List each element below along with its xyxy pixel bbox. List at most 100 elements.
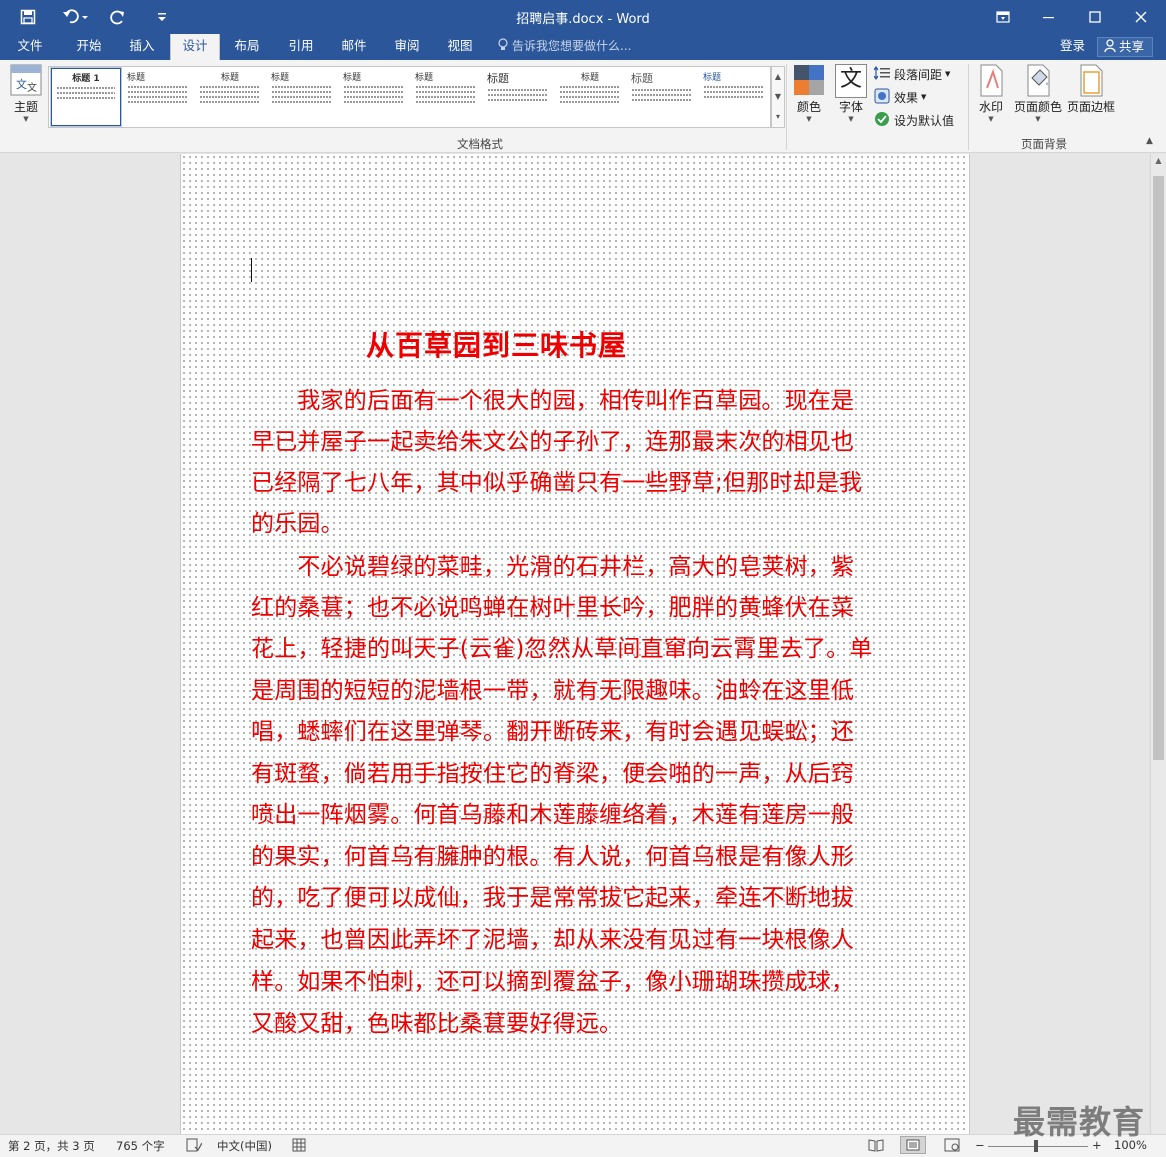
style-set-item[interactable]: 标题 bbox=[699, 68, 769, 126]
document-line: 起来，也曾因此弄坏了泥墙，却从来没有见过有一块根像人 bbox=[251, 927, 855, 953]
document-area: 从百草园到三味书屋 我家的后面有一个很大的园，相传叫作百草园。现在是 早已并屋子… bbox=[0, 154, 1150, 1134]
document-line: 唱，蟋蟀们在这里弹琴。翻开断砖来，有时会遇见蜈蚣；还 bbox=[251, 719, 855, 745]
gallery-more-icon[interactable]: ▾ bbox=[772, 107, 784, 127]
effects-icon bbox=[874, 88, 894, 107]
word-count[interactable]: 765 个字 bbox=[116, 1138, 165, 1154]
tab-insert[interactable]: 插入 bbox=[118, 34, 166, 60]
tell-me-text: 告诉我您想要做什么... bbox=[512, 39, 632, 53]
page-color-icon bbox=[1023, 64, 1053, 98]
tell-me-box[interactable]: 告诉我您想要做什么... bbox=[498, 34, 631, 60]
page-count[interactable]: 第 2 页，共 3 页 bbox=[8, 1138, 95, 1154]
group-label-page-background: 页面背景 bbox=[1021, 137, 1067, 151]
page-borders-label: 页面边框 bbox=[1066, 100, 1115, 114]
set-as-default-button[interactable]: 设为默认值 bbox=[874, 110, 954, 130]
svg-text:文: 文 bbox=[16, 77, 27, 91]
page-borders-button[interactable]: 页面边框 bbox=[1066, 64, 1116, 115]
watermark-label: 水印 bbox=[978, 100, 1003, 114]
tab-review[interactable]: 审阅 bbox=[383, 34, 431, 60]
style-set-item[interactable]: 标题 bbox=[555, 68, 625, 126]
lightbulb-icon bbox=[498, 35, 508, 59]
tab-layout[interactable]: 布局 bbox=[223, 34, 271, 60]
collapse-ribbon-icon[interactable]: ▲ bbox=[1146, 136, 1153, 146]
group-label-document-format: 文档格式 bbox=[457, 137, 503, 151]
colors-button[interactable]: 颜色 ▼ bbox=[790, 64, 828, 123]
chevron-down-icon: ▼ bbox=[23, 115, 29, 123]
style-set-gallery: 标题 1 标题 标题 标题 标题 标题 标题 标题 标题 标题 bbox=[48, 66, 771, 128]
style-set-item[interactable]: 标题 bbox=[267, 68, 337, 126]
style-set-item[interactable]: 标题 bbox=[339, 68, 409, 126]
chevron-down-icon[interactable]: ▼ bbox=[772, 87, 784, 107]
document-line: 花上，轻捷的叫天子(云雀)忽然从草间直窜向云霄里去了。单 bbox=[251, 636, 873, 662]
paragraph-spacing-button[interactable]: 段落间距 ▼ bbox=[873, 64, 951, 84]
chevron-up-icon[interactable]: ▲ bbox=[772, 67, 784, 87]
scroll-up-icon[interactable]: ▲ bbox=[1151, 154, 1166, 168]
zoom-slider[interactable] bbox=[988, 1146, 1088, 1147]
themes-button[interactable]: 文文 主题 ▼ bbox=[6, 64, 46, 123]
chevron-down-icon: ▼ bbox=[921, 93, 927, 101]
tab-file[interactable]: 文件 bbox=[6, 34, 54, 60]
document-line: 的，吃了便可以成仙，我于是常常拔它起来，牵连不断地拔 bbox=[251, 885, 855, 911]
tab-references[interactable]: 引用 bbox=[277, 34, 325, 60]
style-set-item[interactable]: 标题 bbox=[411, 68, 481, 126]
effects-button[interactable]: 效果 ▼ bbox=[874, 87, 926, 107]
chevron-down-icon: ▼ bbox=[1035, 115, 1041, 123]
scrollbar-thumb[interactable] bbox=[1153, 176, 1164, 760]
tab-design[interactable]: 设计 bbox=[170, 34, 220, 60]
share-label: 共享 bbox=[1119, 39, 1145, 54]
ribbon-display-options-icon[interactable] bbox=[980, 0, 1026, 34]
fonts-label: 字体 bbox=[838, 100, 863, 114]
chevron-down-icon: ▼ bbox=[988, 115, 994, 123]
proofing-icon[interactable] bbox=[186, 1138, 203, 1155]
vertical-scrollbar[interactable]: ▲ bbox=[1150, 154, 1166, 1134]
page-color-button[interactable]: 页面颜色 ▼ bbox=[1012, 64, 1064, 123]
tab-mailings[interactable]: 邮件 bbox=[330, 34, 378, 60]
share-button[interactable]: 共享 bbox=[1097, 37, 1153, 57]
chevron-down-icon: ▼ bbox=[945, 70, 951, 78]
document-line: 又酸又甜，色味都比桑葚要好得远。 bbox=[251, 1011, 623, 1037]
page-color-label: 页面颜色 bbox=[1013, 100, 1062, 114]
document-line: 的乐园。 bbox=[251, 511, 344, 537]
style-set-item[interactable]: 标题 bbox=[195, 68, 265, 126]
colors-icon bbox=[793, 64, 825, 98]
document-line: 不必说碧绿的菜畦，光滑的石井栏，高大的皂荚树，紫 bbox=[251, 554, 855, 580]
language-indicator[interactable]: 中文(中国) bbox=[217, 1138, 272, 1154]
style-set-item[interactable]: 标题 bbox=[483, 68, 553, 126]
page-borders-icon bbox=[1076, 64, 1106, 98]
macro-icon[interactable] bbox=[292, 1138, 306, 1155]
document-title: 从百草园到三味书屋 bbox=[366, 329, 628, 362]
fonts-button[interactable]: 文 字体 ▼ bbox=[832, 64, 870, 123]
themes-icon: 文文 bbox=[10, 64, 42, 98]
title-bar: 招聘启事.docx - Word bbox=[0, 0, 1166, 34]
person-icon bbox=[1104, 38, 1116, 57]
minimize-button[interactable] bbox=[1026, 0, 1072, 34]
watermark-logo: 最需教育 bbox=[1013, 1103, 1146, 1141]
read-mode-icon[interactable] bbox=[868, 1138, 884, 1155]
document-line: 样。如果不怕刺，还可以摘到覆盆子，像小珊瑚珠攒成球， bbox=[251, 969, 855, 995]
tab-view[interactable]: 视图 bbox=[436, 34, 484, 60]
ribbon: 文文 主题 ▼ 标题 1 标题 标题 标题 标题 标题 标题 标题 标题 标题 … bbox=[0, 60, 1166, 153]
maximize-button[interactable] bbox=[1072, 0, 1118, 34]
watermark-icon bbox=[976, 64, 1006, 98]
zoom-out-icon[interactable]: − bbox=[975, 1138, 985, 1152]
sign-in-link[interactable]: 登录 bbox=[1060, 34, 1085, 60]
watermark-button[interactable]: 水印 ▼ bbox=[972, 64, 1010, 123]
style-set-item[interactable]: 标题 bbox=[627, 68, 697, 126]
close-button[interactable] bbox=[1118, 0, 1164, 34]
chevron-down-icon: ▼ bbox=[848, 115, 854, 123]
tab-home[interactable]: 开始 bbox=[64, 34, 114, 60]
gallery-scroll[interactable]: ▲ ▼ ▾ bbox=[771, 66, 785, 128]
document-page[interactable]: 从百草园到三味书屋 我家的后面有一个很大的园，相传叫作百草园。现在是 早已并屋子… bbox=[180, 154, 970, 1134]
web-layout-icon[interactable] bbox=[944, 1138, 960, 1155]
document-line: 已经隔了七八年，其中似乎确凿只有一些野草;但那时却是我 bbox=[251, 470, 863, 496]
colors-label: 颜色 bbox=[796, 100, 821, 114]
svg-text:文: 文 bbox=[27, 81, 37, 94]
style-set-item[interactable]: 标题 bbox=[123, 68, 193, 126]
document-line: 我家的后面有一个很大的园，相传叫作百草园。现在是 bbox=[251, 388, 855, 414]
style-set-item[interactable]: 标题 1 bbox=[50, 67, 122, 127]
print-layout-icon[interactable] bbox=[900, 1136, 926, 1154]
status-bar: 第 2 页，共 3 页 765 个字 中文(中国) − + 100% bbox=[0, 1134, 1166, 1157]
check-circle-icon bbox=[874, 111, 894, 130]
document-line: 的果实，何首乌有臃肿的根。有人说，何首乌根是有像人形 bbox=[251, 844, 855, 870]
chevron-down-icon: ▼ bbox=[806, 115, 812, 123]
themes-label: 主题 bbox=[13, 100, 38, 114]
